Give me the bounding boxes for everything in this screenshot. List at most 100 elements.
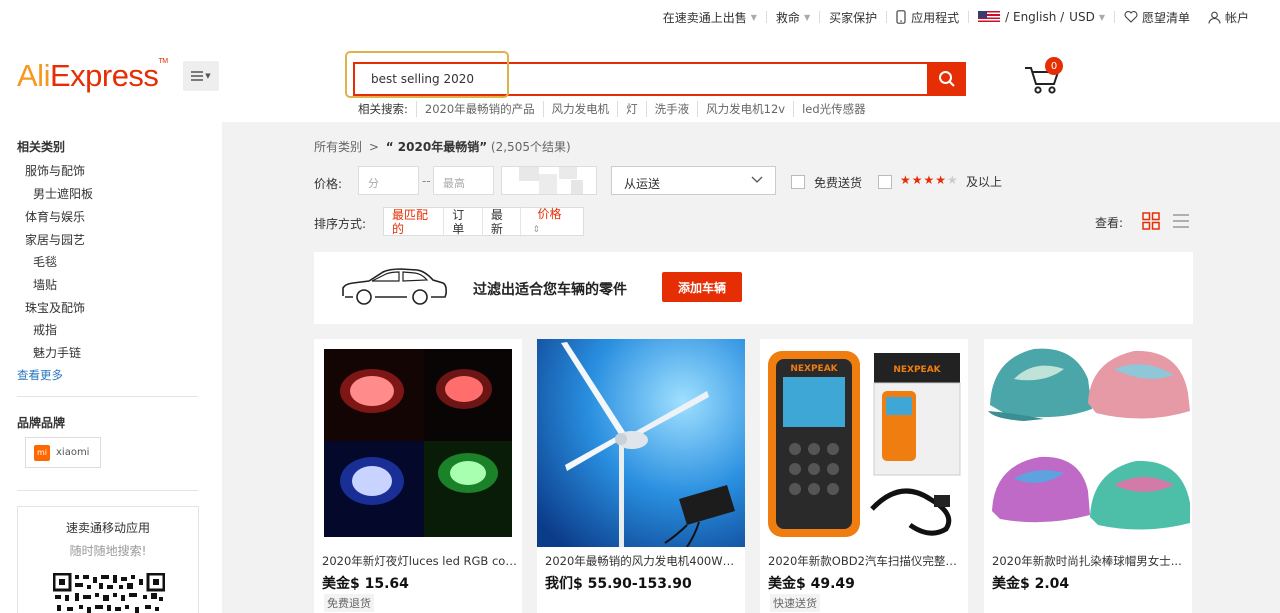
related-search-link[interactable]: 风力发电机 — [542, 101, 618, 117]
main-content: 所有类别 > “ 2020年最畅销” (2,505个结果) 价格: 分 -- 最… — [222, 122, 1280, 613]
sidebar: 相关类别 服饰与配饰 男士遮阳板 体育与娱乐 家居与园艺 毛毯 墙贴 珠宝及配饰… — [0, 122, 222, 613]
product-image-brand-text: NEXPEAK — [790, 364, 838, 374]
subcategory-link[interactable]: 戒指 — [33, 321, 57, 338]
buyer-protection-link[interactable]: 买家保护 — [820, 8, 886, 26]
product-title[interactable]: 2020年新灯夜灯luces led RGB color... — [322, 553, 518, 569]
sort-arrows-icon: ⇕ — [532, 224, 541, 235]
app-promo-subtitle: 随时随地搜索! — [69, 544, 147, 558]
buyer-protection-label: 买家保护 — [829, 10, 878, 25]
subcategory-link[interactable]: 魅力手链 — [33, 344, 81, 361]
logo-express: Express — [49, 58, 159, 93]
category-link[interactable]: 家居与园艺 — [25, 231, 85, 248]
price-max-input[interactable]: 最高 — [433, 166, 494, 195]
ship-from-select[interactable]: 从运送 — [611, 166, 776, 195]
wishlist-label: 愿望清单 — [1141, 10, 1190, 25]
free-shipping-checkbox[interactable] — [791, 175, 805, 189]
subcategory-link[interactable]: 墙贴 — [33, 276, 57, 293]
chevron-down-icon: ▼ — [1098, 12, 1105, 22]
product-card[interactable]: 2020年新灯夜灯luces led RGB color... 美金$ 15.6… — [314, 339, 522, 613]
logo-tm: TM — [158, 58, 168, 65]
view-label: 查看: — [1095, 216, 1124, 230]
related-search-link[interactable]: 风力发电机12v — [697, 101, 793, 117]
sort-options: 最匹配的 订单 最新 价格 ⇕ — [383, 206, 584, 237]
mobile-app-promo: 速卖通移动应用 随时随地搜索! — [17, 506, 199, 613]
chevron-down-icon — [751, 176, 763, 183]
result-count: (2,505个结果) — [490, 140, 571, 154]
aliexpress-logo[interactable]: AliExpressTM — [17, 58, 168, 94]
divider — [17, 396, 198, 397]
account-link[interactable]: 帐户 — [1199, 8, 1258, 26]
category-link[interactable]: 珠宝及配饰 — [25, 299, 85, 316]
car-icon — [342, 268, 447, 305]
xiaomi-logo: mi — [34, 444, 50, 461]
app-link[interactable]: 应用程式 — [887, 8, 968, 26]
wishlist-link[interactable]: 愿望清单 — [1115, 8, 1199, 26]
sort-best-match[interactable]: 最匹配的 — [384, 208, 443, 236]
related-categories-title: 相关类别 — [17, 140, 66, 154]
product-image-box-brand-text: NEXPEAK — [893, 365, 941, 375]
account-label: 帐户 — [1224, 10, 1249, 25]
subcategory-link[interactable]: 毛毯 — [33, 253, 57, 270]
vehicle-filter-text: 过滤出适合您车辆的零件 — [473, 282, 627, 298]
vehicle-filter-bar: 过滤出适合您车辆的零件 添加车辆 — [314, 252, 1193, 324]
grid-view-icon[interactable] — [1142, 212, 1160, 230]
heart-icon — [1124, 11, 1138, 23]
top-nav: 在速卖通上出售 ▼ 救命 ▼ 买家保护 应用程式 / English / USD ▼… — [654, 8, 1258, 26]
search-icon — [938, 71, 955, 87]
product-title[interactable]: 2020年最畅销的风力发电机400W风... — [545, 553, 741, 569]
category-menu-button[interactable]: ▼ — [183, 61, 219, 91]
price-label: 价格: — [314, 177, 343, 191]
product-tag: 免费退货 — [324, 594, 374, 612]
sort-newest[interactable]: 最新 — [481, 207, 521, 236]
add-vehicle-button[interactable]: 添加车辆 — [662, 272, 742, 302]
product-image — [537, 339, 745, 547]
product-title[interactable]: 2020年新款时尚扎染棒球帽男女士... — [992, 553, 1188, 569]
us-flag-icon — [978, 10, 1001, 24]
star-empty-icon: ★ — [947, 173, 959, 187]
list-view-icon[interactable] — [1172, 212, 1190, 230]
related-search-link[interactable]: 2020年最畅销的产品 — [415, 101, 543, 117]
related-search-link[interactable]: 灯 — [617, 101, 646, 117]
subcategory-link[interactable]: 男士遮阳板 — [33, 185, 93, 202]
category-link[interactable]: 体育与娱乐 — [25, 208, 85, 225]
related-search-link[interactable]: 洗手液 — [645, 101, 698, 117]
header: AliExpressTM ▼ 0 相关搜索: 2020年最畅销的产品 风力发电机… — [0, 34, 1280, 122]
category-link[interactable]: 服饰与配饰 — [25, 162, 85, 179]
related-searches: 相关搜索: 2020年最畅销的产品 风力发电机 灯 洗手液 风力发电机12v l… — [358, 101, 874, 117]
brand-xiaomi[interactable]: mi xiaomi — [25, 437, 101, 468]
product-card[interactable]: 2020年最畅销的风力发电机400W风... 我们$ 55.90-153.90 — [537, 339, 745, 613]
logo-ali: Ali — [17, 58, 50, 93]
help-link[interactable]: 救命 ▼ — [767, 8, 819, 26]
cart-count-badge: 0 — [1045, 57, 1063, 75]
price-min-input[interactable]: 分 — [358, 166, 419, 195]
currency-label: USD — [1069, 10, 1095, 24]
qr-code-icon[interactable] — [53, 573, 165, 613]
sort-orders[interactable]: 订单 — [443, 207, 482, 236]
product-card[interactable]: 2020年新款时尚扎染棒球帽男女士... 美金$ 2.04 — [984, 339, 1192, 613]
rating-stars: ★★★★★ — [900, 173, 959, 187]
top-bar: 在速卖通上出售 ▼ 救命 ▼ 买家保护 应用程式 / English / USD ▼… — [0, 0, 1280, 34]
language-label: / English / — [1005, 10, 1065, 24]
breadcrumb-separator: > — [368, 140, 379, 154]
sort-price[interactable]: 价格 ⇕ — [520, 206, 583, 237]
sort-label: 排序方式: — [314, 217, 367, 231]
search-button[interactable] — [927, 62, 966, 96]
see-more-link[interactable]: 查看更多 — [17, 367, 63, 383]
app-promo-title: 速卖通移动应用 — [65, 521, 150, 535]
product-title[interactable]: 2020年新款OBD2汽车扫描仪完整的... — [768, 553, 964, 569]
product-card[interactable]: NEXPEAK NEXPEAK 2020年新款OBD2汽车扫描仪完整的... 美… — [760, 339, 968, 613]
app-label: 应用程式 — [911, 10, 960, 25]
language-currency-selector[interactable]: / English / USD ▼ — [969, 8, 1114, 26]
rating-suffix: 及以上 — [966, 175, 1003, 189]
brand-label: xiaomi — [56, 447, 90, 458]
related-search-link[interactable]: led光传感器 — [793, 101, 874, 117]
sell-label: 在速卖通上出售 — [662, 10, 747, 25]
breadcrumb-all-categories[interactable]: 所有类别 — [314, 140, 362, 154]
user-icon — [1208, 11, 1221, 24]
chevron-down-icon: ▼ — [750, 12, 757, 22]
chevron-down-icon: ▼ — [803, 12, 811, 22]
sell-on-aliexpress-link[interactable]: 在速卖通上出售 ▼ — [654, 8, 766, 26]
rating-checkbox[interactable] — [878, 175, 892, 189]
product-tag: 快速送货 — [770, 594, 820, 612]
search-highlight-box — [345, 51, 509, 98]
